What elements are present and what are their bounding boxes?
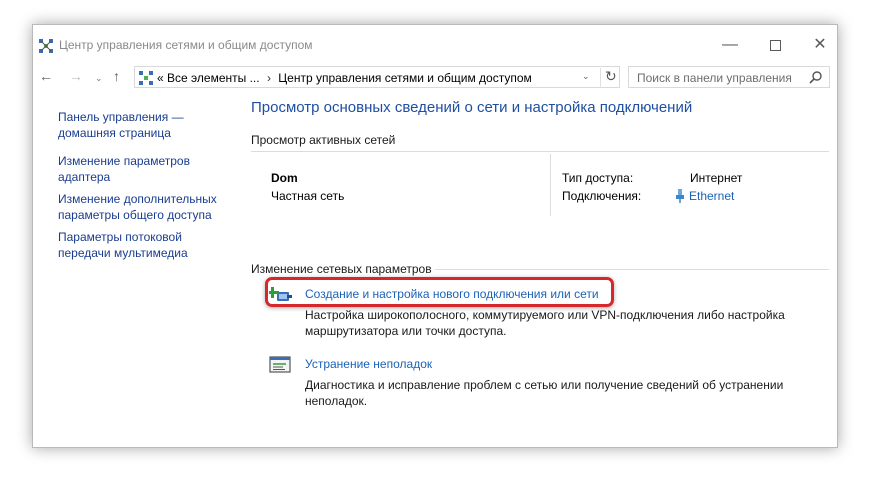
maximize-icon: [769, 40, 781, 51]
sidebar-item-label: домашняя страница: [58, 126, 171, 140]
sidebar-item-label: параметры общего доступа: [58, 208, 212, 222]
access-type-label: Тип доступа:: [562, 171, 634, 185]
address-dropdown[interactable]: ⌄: [582, 71, 590, 82]
close-button[interactable]: ✕: [805, 33, 835, 57]
breadcrumb: « Все элементы ... › Центр управления се…: [157, 71, 532, 85]
ethernet-connection[interactable]: Ethernet: [675, 189, 734, 203]
network-name: Dom: [271, 171, 298, 185]
address-bar[interactable]: « Все элементы ... › Центр управления се…: [134, 66, 620, 88]
sidebar-item-home[interactable]: Панель управления — домашняя страница: [58, 109, 228, 141]
sidebar-item-media-streaming[interactable]: Параметры потоковой передачи мультимедиа: [58, 229, 228, 261]
search-box[interactable]: Поиск в панели управления: [628, 66, 830, 88]
new-connection-description: Настройка широкополосного, коммутируемог…: [305, 308, 785, 338]
maximize-button[interactable]: [760, 33, 790, 57]
troubleshoot-description: Диагностика и исправление проблем с сеть…: [305, 378, 784, 408]
new-connection-icon: [269, 287, 292, 301]
recent-locations-dropdown[interactable]: ⌄: [95, 73, 103, 84]
ethernet-link[interactable]: Ethernet: [689, 189, 734, 203]
back-button[interactable]: ←: [39, 68, 53, 84]
breadcrumb-item-all-items[interactable]: Все элементы ...: [167, 71, 260, 85]
sidebar: Панель управления — домашняя страница Из…: [58, 109, 228, 267]
minimize-button[interactable]: —: [715, 33, 745, 57]
forward-button[interactable]: →: [69, 68, 83, 84]
access-type-value: Интернет: [690, 171, 743, 185]
sidebar-item-sharing-settings[interactable]: Изменение дополнительных параметры общег…: [58, 191, 228, 223]
network-type: Частная сеть: [271, 189, 345, 203]
sidebar-item-label: Параметры потоковой: [58, 230, 182, 244]
troubleshoot-link[interactable]: Устранение неполадок: [305, 357, 432, 371]
title-bar: Центр управления сетями и общим доступом…: [33, 25, 837, 63]
control-panel-window: Центр управления сетями и общим доступом…: [32, 24, 838, 448]
sidebar-item-adapter-settings[interactable]: Изменение параметров адаптера: [58, 153, 228, 185]
sidebar-item-label: Изменение дополнительных: [58, 192, 217, 206]
section-divider: [251, 151, 829, 152]
search-input[interactable]: Поиск в панели управления: [637, 71, 792, 85]
page-title: Просмотр основных сведений о сети и наст…: [251, 99, 693, 116]
ethernet-icon: [676, 189, 684, 203]
breadcrumb-separator[interactable]: ›: [263, 71, 275, 85]
up-button[interactable]: ↑: [113, 68, 120, 84]
navigation-bar: ← → ⌄ ↑ « Все элементы ... › Центр управ…: [33, 66, 837, 90]
control-panel-icon: [139, 71, 153, 85]
section-divider: [435, 269, 829, 270]
refresh-button[interactable]: ↻: [600, 68, 617, 88]
active-networks-heading: Просмотр активных сетей: [251, 133, 396, 147]
sidebar-item-label: адаптера: [58, 170, 111, 184]
network-center-icon: [39, 39, 53, 53]
sidebar-item-label: Изменение параметров: [58, 154, 190, 168]
search-icon[interactable]: [809, 70, 823, 84]
breadcrumb-overflow[interactable]: «: [157, 71, 164, 85]
connections-label: Подключения:: [562, 189, 642, 203]
window-title: Центр управления сетями и общим доступом: [59, 38, 313, 52]
change-settings-heading: Изменение сетевых параметров: [251, 262, 432, 276]
troubleshoot-icon: [269, 356, 291, 373]
sidebar-item-label: Панель управления —: [58, 110, 184, 124]
vertical-divider: [550, 154, 551, 216]
breadcrumb-item-network-center[interactable]: Центр управления сетями и общим доступом: [278, 71, 532, 85]
sidebar-item-label: передачи мультимедиа: [58, 246, 188, 260]
new-connection-link[interactable]: Создание и настройка нового подключения …: [305, 287, 599, 301]
